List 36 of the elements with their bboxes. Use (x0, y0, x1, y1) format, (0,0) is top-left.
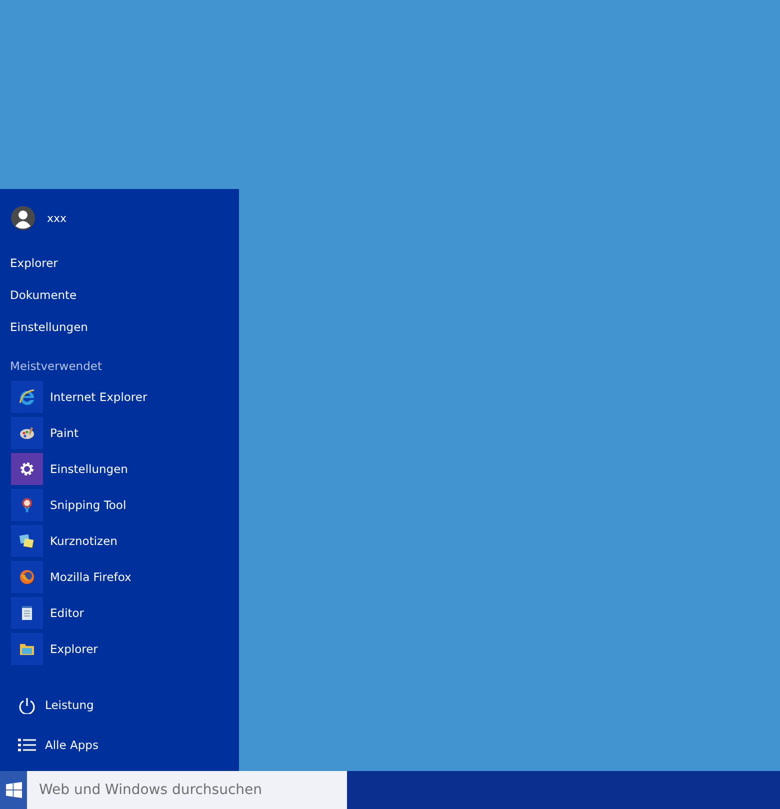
power-icon (18, 696, 36, 714)
app-item[interactable]: Explorer (0, 631, 239, 667)
windows-logo-icon (6, 782, 22, 798)
start-button[interactable] (0, 771, 27, 809)
app-label: Kurznotizen (50, 534, 118, 548)
all-apps-button[interactable]: Alle Apps (45, 738, 98, 752)
ie-icon (19, 389, 35, 405)
app-item[interactable]: Mozilla Firefox (0, 559, 239, 595)
app-item[interactable]: Kurznotizen (0, 523, 239, 559)
user-name[interactable]: xxx (47, 212, 67, 224)
search-field[interactable]: Web und Windows durchsuchen (27, 771, 347, 809)
notepad-icon (19, 605, 35, 621)
app-label: Paint (50, 426, 78, 440)
app-label: Explorer (50, 642, 98, 656)
section-heading: Meistverwendet (9, 358, 103, 375)
app-label: Mozilla Firefox (50, 570, 132, 584)
app-item[interactable]: Editor (0, 595, 239, 631)
folder-icon (19, 641, 35, 657)
user-avatar-icon (11, 206, 35, 230)
palette-icon (19, 425, 35, 441)
app-label: Snipping Tool (50, 498, 126, 512)
app-label: Editor (50, 606, 84, 620)
app-label: Einstellungen (50, 462, 128, 476)
list-icon (18, 736, 36, 754)
app-item[interactable]: Internet Explorer (0, 379, 239, 415)
app-item[interactable]: Einstellungen (0, 451, 239, 487)
sticky-notes-icon (19, 533, 35, 549)
menu-item[interactable]: Explorer (0, 247, 239, 279)
menu-item[interactable]: Einstellungen (0, 311, 239, 343)
app-item[interactable]: Snipping Tool (0, 487, 239, 523)
globe-icon (19, 569, 35, 585)
power-button[interactable]: Leistung (45, 698, 94, 712)
gear-icon (19, 461, 35, 477)
menu-item[interactable]: Dokumente (0, 279, 239, 311)
app-label: Internet Explorer (50, 390, 148, 404)
app-item[interactable]: Paint (0, 415, 239, 451)
